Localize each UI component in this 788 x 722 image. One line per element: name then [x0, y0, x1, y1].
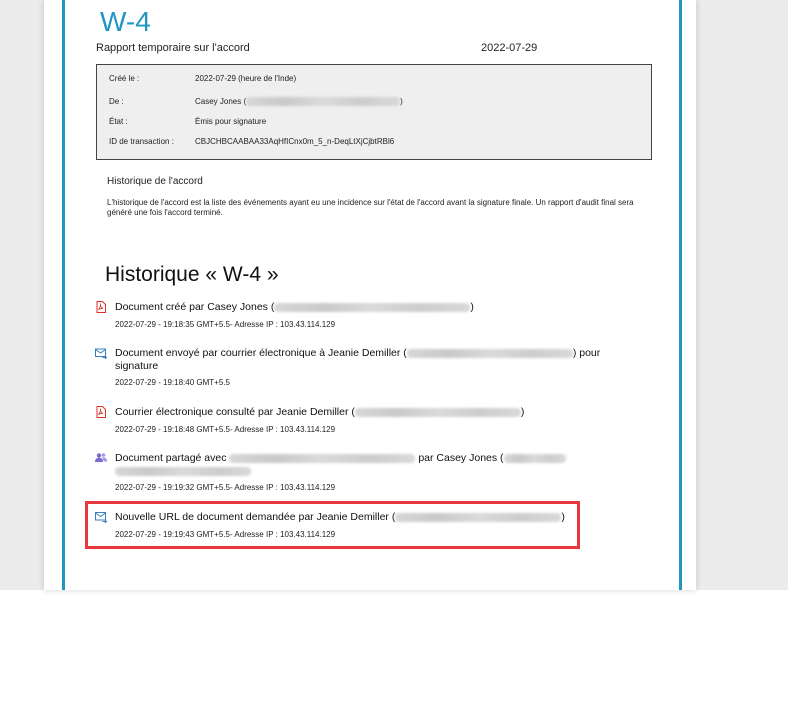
event-text-end: ) — [520, 406, 525, 418]
event-text-main: Document envoyé par courrier électroniqu… — [115, 347, 407, 359]
history-heading: Historique « W-4 » — [105, 263, 279, 286]
event-timestamp: 2022-07-29 - 19:18:40 GMT+5.5 — [115, 378, 230, 387]
report-date: 2022-07-29 — [481, 42, 538, 54]
event-timestamp: 2022-07-29 - 19:19:32 GMT+5.5- Adresse I… — [115, 483, 336, 492]
history-event: Document envoyé par courrier électroniqu… — [95, 347, 615, 389]
history-event: Document créé par Casey Jones () 2022-07… — [95, 301, 615, 331]
event-timestamp: 2022-07-29 - 19:18:35 GMT+5.5- Adresse I… — [115, 320, 336, 329]
info-value: Émis pour signature — [195, 117, 267, 126]
agreement-info-box: Créé le : 2022-07-29 (heure de l'Inde) D… — [96, 64, 652, 160]
event-text: Document créé par Casey Jones () — [115, 301, 610, 314]
event-text: Document partagé avec par Casey Jones ( — [115, 452, 610, 478]
highlight-box — [85, 501, 580, 549]
redacted-email — [354, 407, 521, 417]
redacted-email — [229, 453, 416, 463]
info-value: CBJCHBCAABAA33AqHfICnx0m_5_n-DeqLtXjCjbt… — [195, 137, 395, 146]
info-key: État : — [109, 117, 128, 126]
pdf-document-icon — [96, 301, 106, 313]
section-heading: Historique de l'accord — [107, 176, 203, 187]
history-event: Document partagé avec par Casey Jones ( … — [95, 452, 615, 494]
history-event: Courrier électronique consulté par Jeani… — [95, 406, 615, 436]
info-value-suffix: ) — [400, 97, 403, 106]
document-title: W-4 — [100, 6, 151, 37]
event-timestamp: 2022-07-29 - 19:18:48 GMT+5.5- Adresse I… — [115, 425, 336, 434]
redacted-email — [503, 453, 566, 463]
event-text: Document envoyé par courrier électroniqu… — [115, 347, 610, 373]
event-text-main: Document créé par Casey Jones ( — [115, 301, 275, 313]
email-sent-icon — [95, 348, 107, 359]
info-value: Casey Jones ( — [195, 97, 247, 106]
users-share-icon — [95, 453, 107, 462]
event-text: Courrier électronique consulté par Jeani… — [115, 406, 610, 419]
redacted-email — [246, 97, 401, 107]
info-key: ID de transaction : — [109, 137, 174, 146]
event-text-end: ) — [470, 301, 474, 313]
event-text-middle: par Casey Jones ( — [418, 452, 504, 464]
event-text-main: Courrier électronique consulté par Jeani… — [115, 406, 355, 418]
info-key: De : — [109, 97, 124, 106]
redacted-email — [406, 348, 573, 358]
redacted-email — [274, 302, 471, 312]
event-text-main: Document partagé avec — [115, 452, 227, 464]
report-subtitle: Rapport temporaire sur l'accord — [96, 42, 250, 54]
info-key: Créé le : — [109, 74, 140, 83]
info-value-wrap: Casey Jones () — [195, 97, 403, 107]
info-value: 2022-07-29 (heure de l'Inde) — [195, 74, 297, 83]
redacted-email — [115, 466, 251, 476]
pdf-document-icon — [96, 406, 106, 418]
section-description: L'historique de l'accord est la liste de… — [107, 198, 634, 217]
